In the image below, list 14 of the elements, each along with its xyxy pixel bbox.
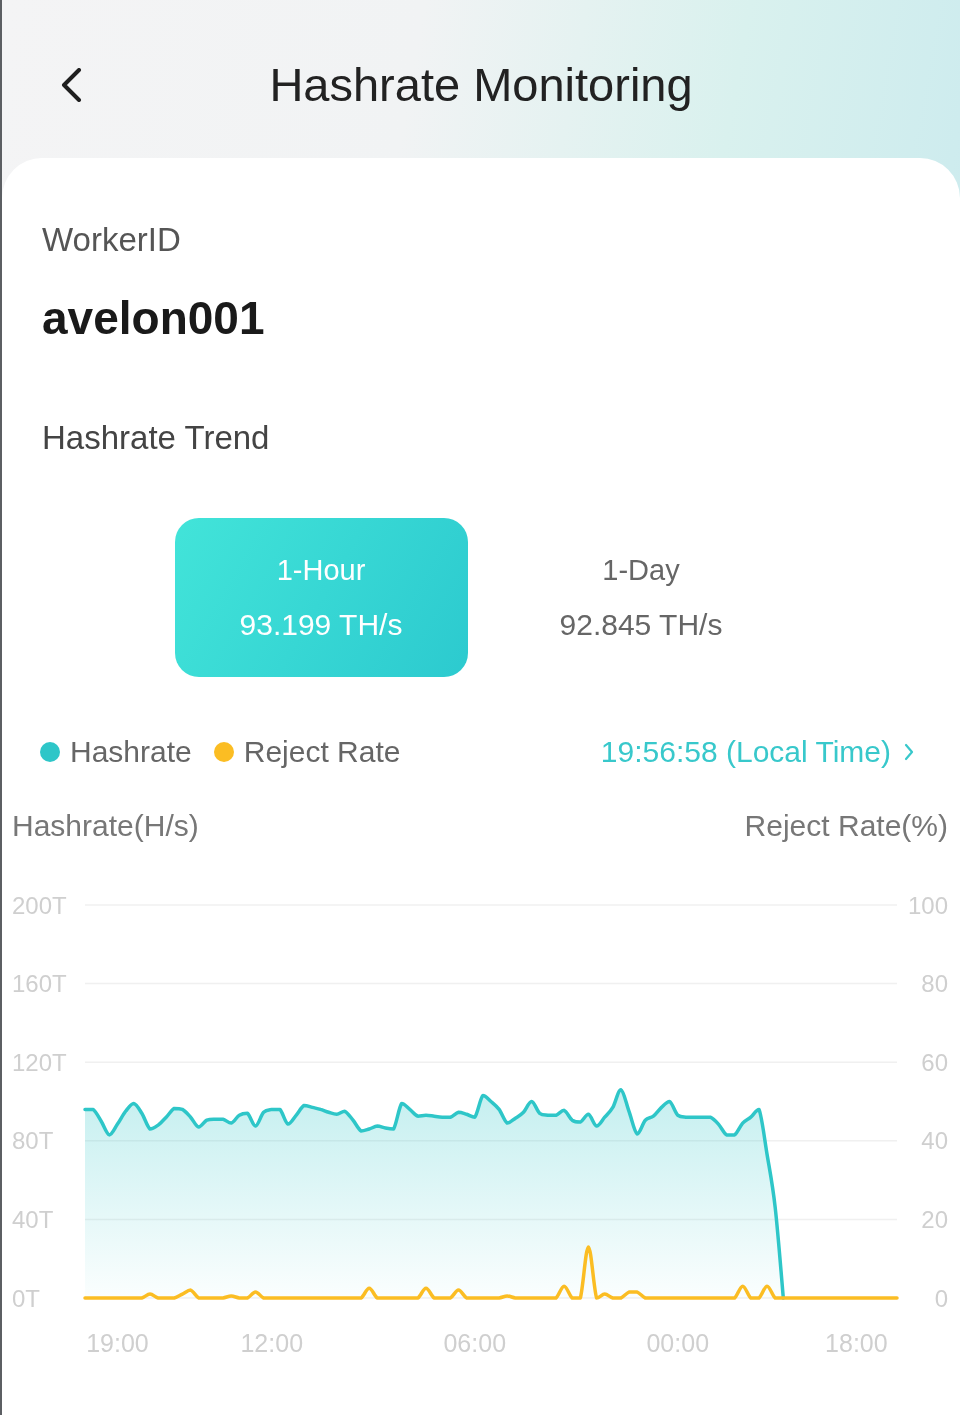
back-button[interactable] [60, 68, 82, 102]
section-title: Hashrate Trend [42, 418, 271, 458]
time-range-tab[interactable]: 1-Hour 93.199 TH/s [174, 518, 468, 677]
axis-title: Hashrate(H/s) [12, 808, 199, 844]
local-time-link[interactable]: 19:56:58 (Local Time) [600, 732, 914, 772]
chevron-left-icon [60, 68, 82, 102]
chevron-right-icon [904, 743, 914, 761]
page-title: Hashrate Monitoring [269, 57, 693, 113]
legend-label: Reject Rate [243, 734, 401, 770]
time-range-tab[interactable]: 1-Day 92.845 TH/s [494, 518, 788, 677]
axis-title: Reject Rate(%) [744, 808, 948, 844]
legend-label: Hashrate [70, 734, 192, 770]
worker-id-label: WorkerID [42, 220, 182, 260]
worker-id-value: avelon001 [42, 291, 266, 346]
